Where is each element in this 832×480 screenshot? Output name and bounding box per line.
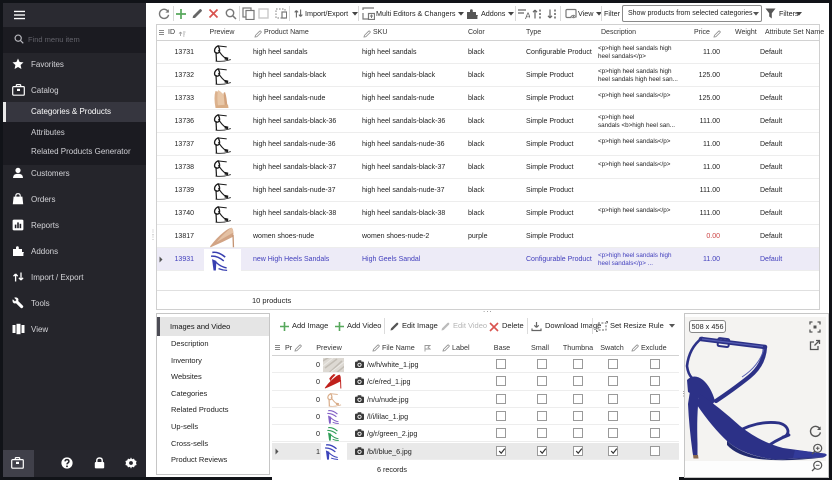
svg-text:A: A [525,11,530,20]
